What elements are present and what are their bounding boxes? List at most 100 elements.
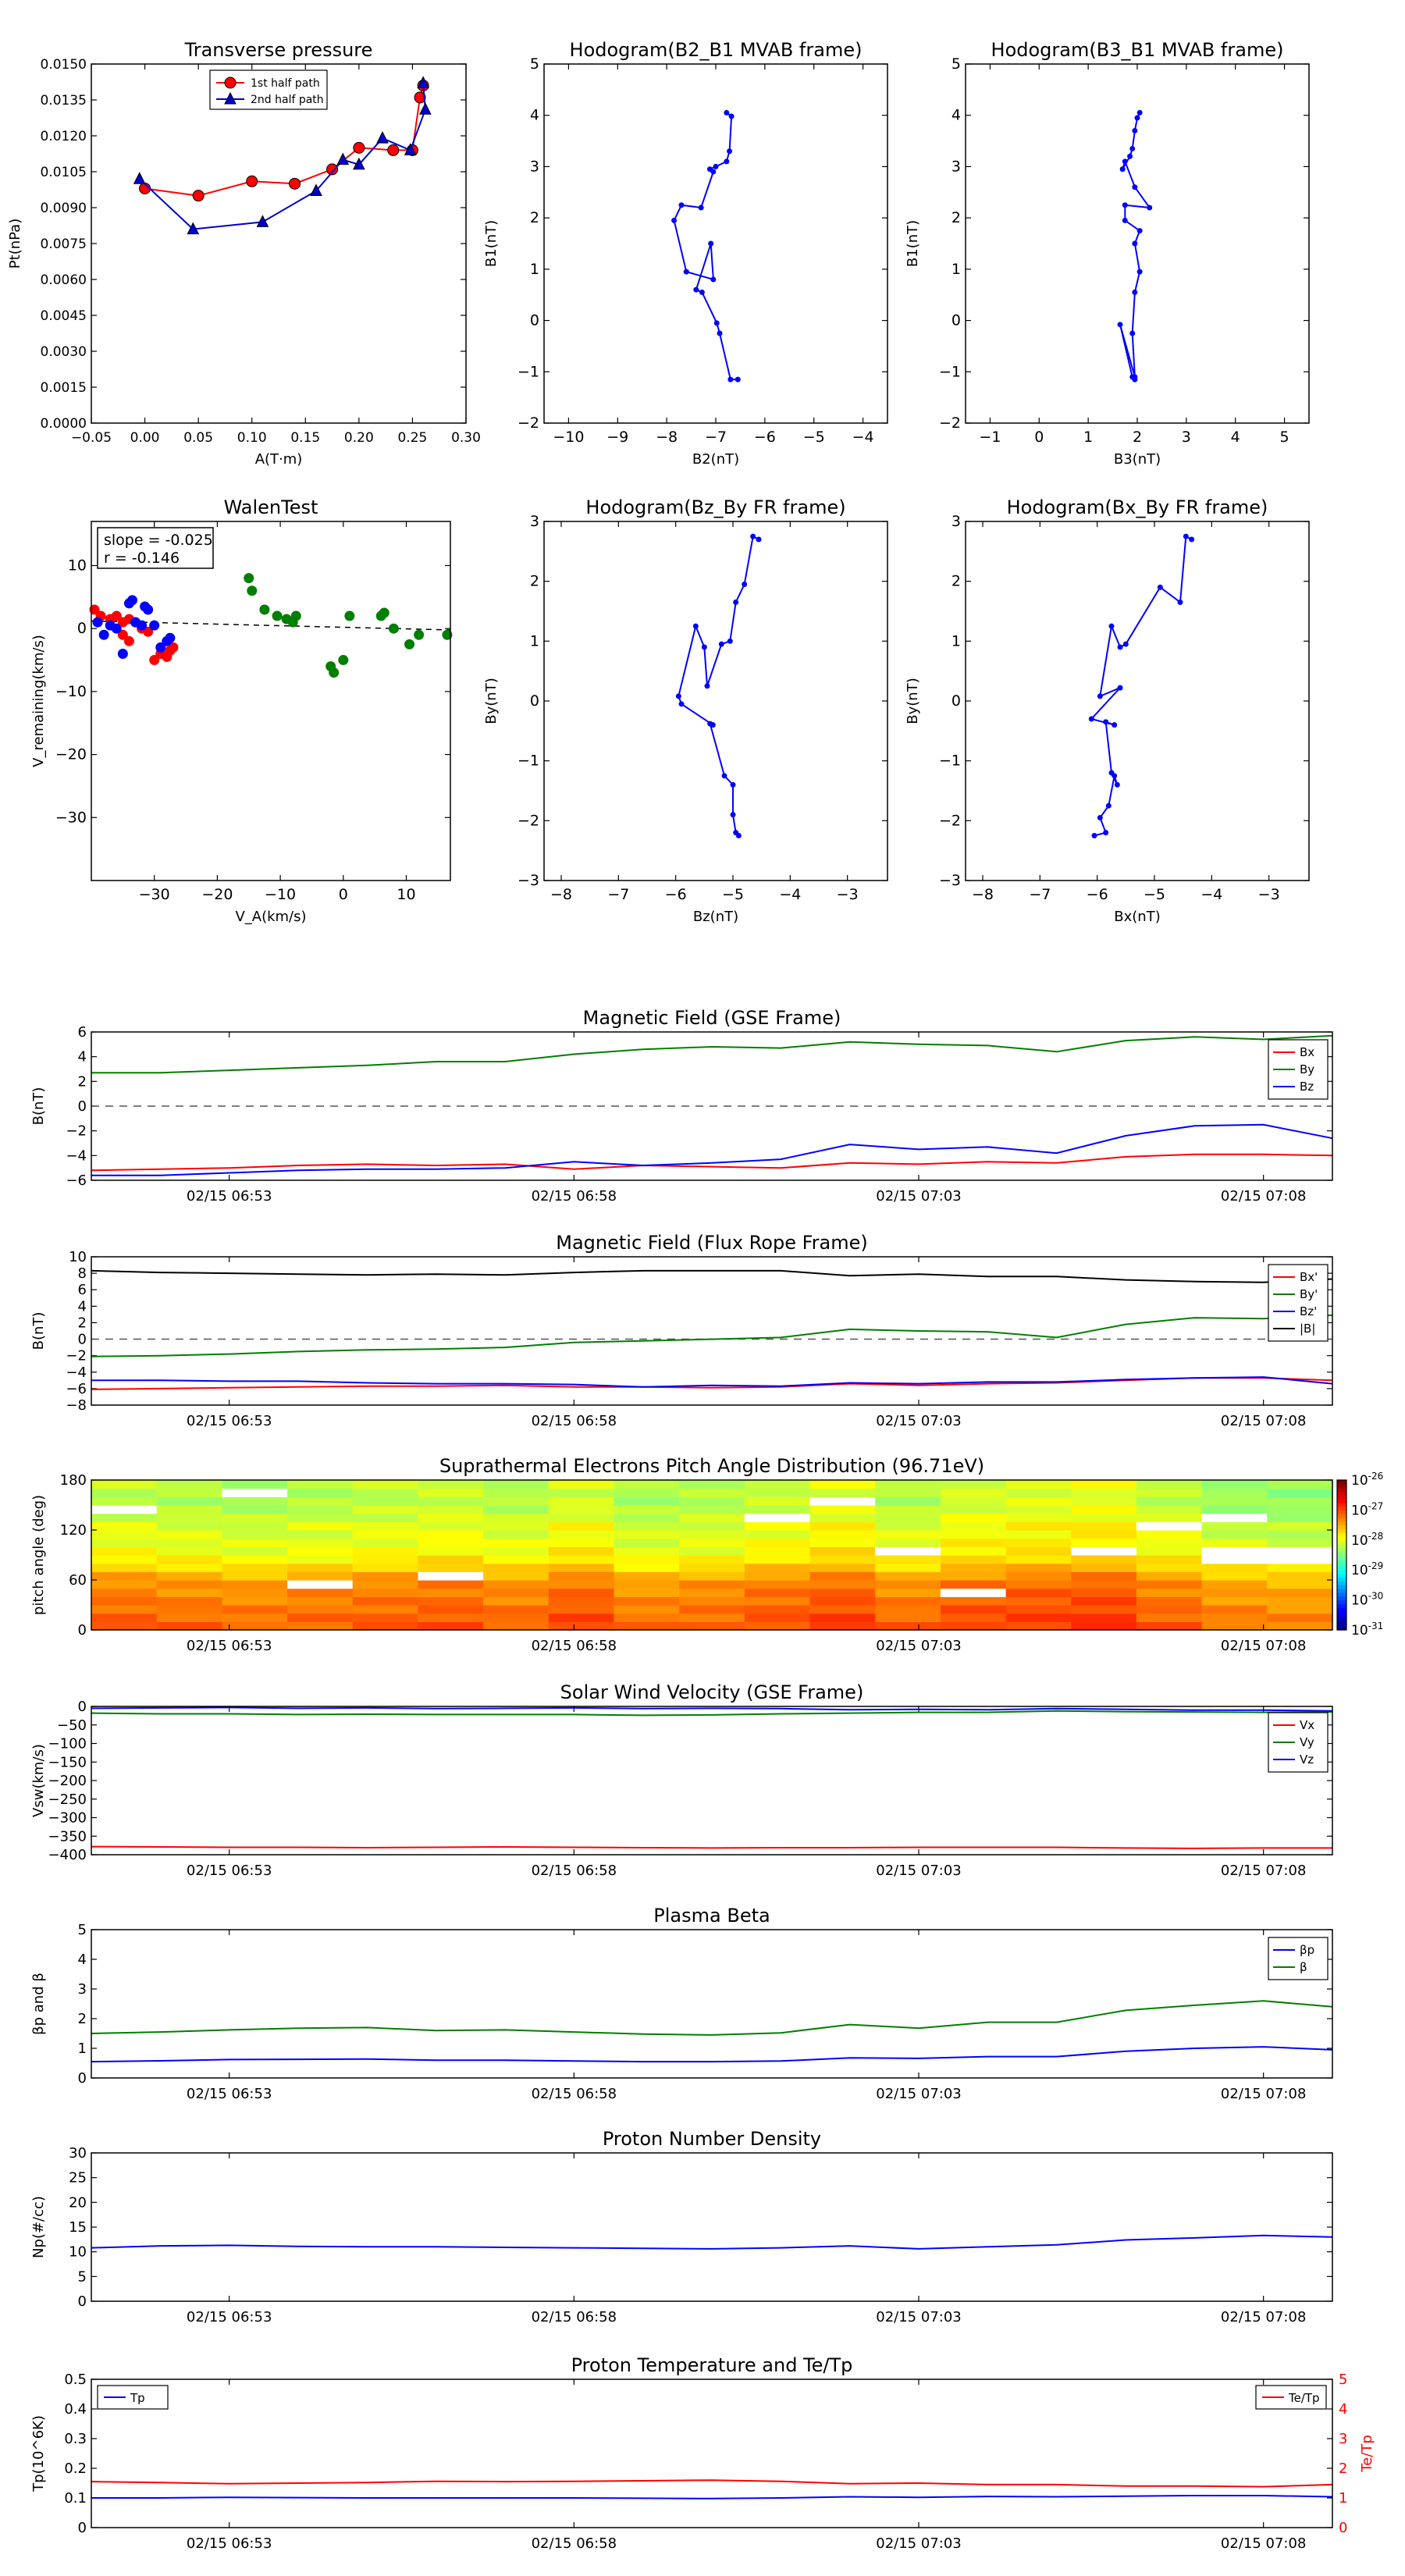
heatmap-cell [352, 1488, 418, 1497]
heatmap-cell [679, 1596, 745, 1606]
heatmap-cell [287, 1605, 354, 1614]
legend: Bx' By' Bz' |B| [1268, 1264, 1329, 1342]
x-tick-label: 02/15 06:58 [532, 1638, 617, 1654]
colorbar-segment [1337, 1528, 1346, 1533]
data-point [1127, 153, 1133, 159]
y-tick-label: −30 [55, 809, 87, 826]
chart-title: Magnetic Field (GSE Frame) [583, 1007, 841, 1029]
data-point [692, 623, 699, 629]
heatmap-cell [875, 1513, 941, 1522]
colorbar-label: 10-30 [1351, 1591, 1383, 1609]
heatmap-cell [875, 1580, 941, 1589]
heatmap-cell [548, 1580, 615, 1589]
data-point [730, 812, 736, 818]
heatmap-cell [287, 1538, 354, 1547]
y-tick-label: 0.0090 [41, 201, 87, 216]
heatmap-cell [1136, 1596, 1203, 1606]
heatmap-cell [875, 1530, 941, 1539]
panel-walen: WalenTest −30 −20 −10 0 10 −30 −20 −10 0 10 V_A(km/… [30, 496, 453, 925]
x-axis-label: Bx(nT) [1114, 909, 1160, 925]
heatmap-cell [1267, 1613, 1333, 1622]
heatmap-cell [156, 1530, 222, 1539]
data-point [727, 376, 734, 382]
heatmap-cell [483, 1613, 550, 1622]
heatmap-cell [809, 1521, 876, 1531]
heatmap-cell [809, 1613, 876, 1622]
heatmap-cell [1136, 1555, 1203, 1564]
data-point [717, 330, 723, 336]
heatmap-cell [1071, 1505, 1137, 1514]
heatmap-cell [809, 1621, 876, 1631]
legend: Vx Vy Vz [1268, 1712, 1329, 1773]
data-point [708, 240, 714, 247]
heatmap-cell [1267, 1621, 1333, 1631]
heatmap-cell [156, 1613, 222, 1622]
data-point [353, 141, 365, 154]
heatmap-cell [1267, 1530, 1333, 1539]
y-tick-label: 3 [530, 158, 539, 175]
heatmap-cell [156, 1588, 222, 1597]
x-axis-label: Bz(nT) [693, 909, 738, 925]
x-tick-label: 02/15 06:53 [187, 1413, 272, 1429]
colorbar-segment [1337, 1599, 1346, 1604]
data-point [387, 144, 400, 156]
heatmap-cell [744, 1571, 811, 1581]
y-tick-label: 20 [69, 2194, 87, 2211]
heatmap-cell [679, 1580, 745, 1589]
data-point [344, 610, 355, 621]
colorbar-exponent: -27 [1368, 1500, 1384, 1511]
plot-area [91, 64, 466, 423]
y-axis-label: By(nT) [905, 678, 921, 724]
data-point [1114, 781, 1120, 788]
x-tick-label: 1 [1083, 429, 1093, 446]
heatmap-cell [809, 1480, 876, 1489]
heatmap-cell [1136, 1521, 1203, 1531]
heatmap-cell [352, 1546, 418, 1556]
y-tick-label: 0.2 [64, 2460, 87, 2477]
heatmap-cell [744, 1480, 811, 1489]
heatmap-cell [744, 1505, 811, 1514]
heatmap-cell [1136, 1613, 1203, 1622]
heatmap-cell [91, 1480, 158, 1489]
colorbar-exponent: -31 [1368, 1621, 1384, 1631]
data-point [272, 610, 283, 621]
legend-label: Bx' [1300, 1270, 1318, 1284]
heatmap-cell [1136, 1505, 1203, 1514]
heatmap-cell [1005, 1538, 1072, 1547]
x-tick-label: 02/15 07:03 [876, 2309, 961, 2325]
y-tick-label: 1 [530, 632, 539, 649]
heatmap-cell [614, 1505, 680, 1514]
y-tick-label: −1 [518, 363, 539, 380]
colorbar-segment [1337, 1562, 1346, 1567]
heatmap-cell [1005, 1605, 1072, 1614]
heatmap-cell [483, 1580, 550, 1589]
colorbar-segment [1337, 1603, 1346, 1608]
data-point [140, 601, 151, 612]
heatmap-cell [548, 1513, 615, 1522]
y-axis-label: Pt(nPa) [7, 219, 23, 269]
data-point [1177, 600, 1183, 605]
y-tick-label: −200 [48, 1773, 87, 1789]
chart-title: Plasma Beta [653, 1905, 770, 1927]
heatmap-cell [91, 1605, 158, 1614]
heatmap-cell [222, 1488, 288, 1497]
data-point [735, 376, 741, 382]
plot-area [91, 1257, 1332, 1405]
heatmap-cell [91, 1505, 158, 1514]
y-tick-label: −1 [939, 753, 961, 770]
heatmap-cell [1005, 1613, 1072, 1622]
heatmap-cell [1071, 1605, 1137, 1614]
colorbar-segment [1337, 1607, 1346, 1612]
heatmap-cell [418, 1505, 484, 1514]
data-point [338, 655, 349, 666]
heatmap-cell [1267, 1596, 1333, 1606]
heatmap-cell [809, 1505, 876, 1514]
y-tick-label: 0 [78, 2520, 87, 2536]
data-point [1097, 693, 1103, 699]
x-tick-label: 02/15 07:03 [876, 2086, 961, 2102]
x-tick-label: −8 [972, 886, 994, 903]
colorbar-segment [1337, 1499, 1346, 1503]
heatmap-cell [1267, 1605, 1333, 1614]
heatmap-cell [744, 1488, 811, 1497]
y-tick-label: 0.0060 [41, 272, 87, 288]
